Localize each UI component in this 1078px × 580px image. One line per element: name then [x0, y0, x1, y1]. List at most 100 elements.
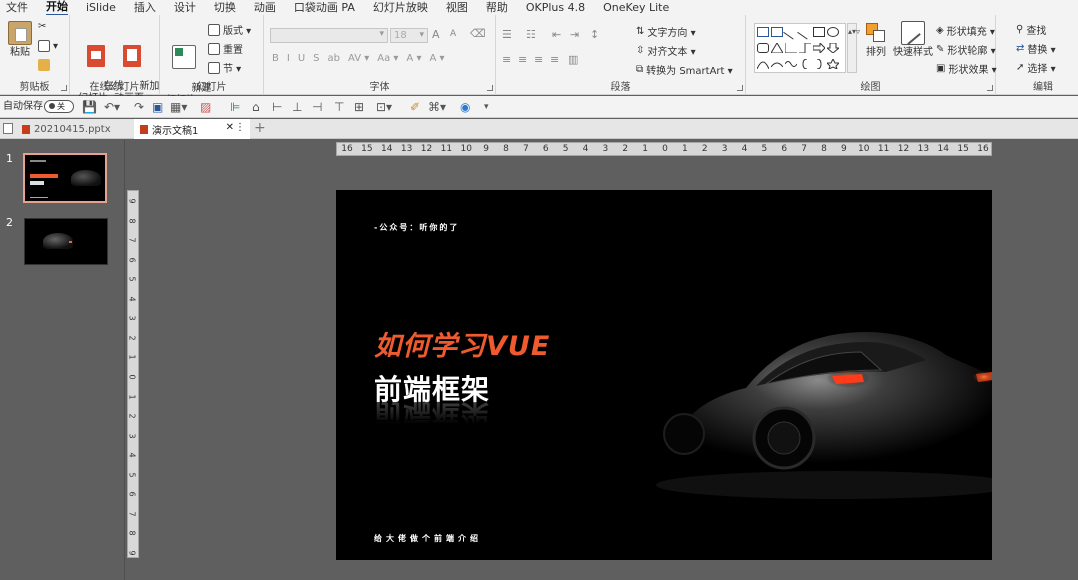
font-format-button-4[interactable]: ab — [328, 53, 340, 64]
customize-qat-icon[interactable]: ▾ — [484, 100, 489, 114]
bullets-icon[interactable]: ☰ — [502, 28, 512, 41]
font-format-button-8[interactable]: A ▾ — [429, 53, 444, 64]
numbering-icon[interactable]: ☷ — [526, 28, 536, 41]
layout-button[interactable]: 版式 ▾ — [208, 22, 251, 37]
font-format-button-5[interactable]: AV ▾ — [348, 53, 369, 64]
slide-title[interactable]: 如何学习VUE — [374, 324, 550, 363]
tab-7[interactable]: 口袋动画 PA — [294, 0, 355, 15]
align-middle-objects-icon[interactable]: ⊞ — [354, 100, 364, 114]
columns-icon[interactable]: ▥ — [568, 53, 578, 66]
vertical-textbox-shape-icon[interactable] — [771, 27, 783, 37]
font-size-box[interactable]: 18 ▾ — [390, 28, 428, 43]
brace-left-shape-icon[interactable] — [799, 58, 811, 70]
font-format-button-6[interactable]: Aa ▾ — [377, 53, 398, 64]
justify-icon[interactable]: ≡ — [550, 53, 559, 66]
align-left-icon[interactable]: ≡ — [502, 53, 511, 66]
shape-fill-button[interactable]: ◈ 形状填充 ▾ — [936, 23, 995, 38]
quick-styles-button[interactable]: 快速样式 — [891, 21, 935, 59]
line-spacing-icon[interactable]: ↕ — [590, 28, 599, 41]
align-right-objects-icon[interactable]: ⊣ — [312, 100, 322, 114]
brace-right-shape-icon[interactable] — [813, 58, 825, 70]
elbow-connector-shape-icon[interactable] — [799, 42, 811, 54]
curve-shape-icon[interactable] — [756, 59, 770, 70]
font-name-box[interactable]: ▾ — [270, 28, 388, 43]
star-shape-icon[interactable] — [825, 57, 841, 70]
font-format-button-3[interactable]: S — [313, 53, 319, 64]
new-tab-icon[interactable]: + — [254, 120, 266, 136]
smartart-button[interactable]: ⧉ 转换为 SmartArt ▾ — [636, 62, 733, 77]
close-tab-icon[interactable]: ✕ — [226, 122, 234, 133]
select-button[interactable]: ➚ 选择 ▾ — [1016, 60, 1056, 75]
shape-effects-button[interactable]: ▣ 形状效果 ▾ — [936, 61, 997, 76]
slide-thumbnail-2[interactable] — [24, 218, 108, 265]
tab-9[interactable]: 视图 — [446, 0, 468, 15]
align-left-objects-icon[interactable]: ⊢ — [272, 100, 282, 114]
format-painter-qat-icon[interactable]: ✐ — [410, 100, 420, 114]
clear-format-icon[interactable]: ⌫ — [470, 27, 486, 40]
cut-button[interactable]: ✂ — [38, 21, 46, 32]
slide-thumbnail-1[interactable] — [23, 153, 107, 203]
eyedropper-icon[interactable]: ⌘▾ — [428, 100, 446, 114]
oval-shape-icon[interactable] — [827, 27, 839, 37]
paragraph-launcher[interactable] — [737, 85, 743, 91]
freeform-shape-icon[interactable] — [784, 59, 798, 69]
group-objects-icon[interactable]: ⊡▾ — [376, 100, 392, 114]
increase-font-icon[interactable]: A — [432, 28, 440, 41]
down-arrow-shape-icon[interactable] — [825, 42, 841, 54]
shapes-icon[interactable]: ⌂ — [252, 100, 260, 114]
paste-button[interactable]: 粘贴 — [2, 21, 38, 59]
save-icon[interactable]: 💾 — [82, 100, 97, 114]
text-direction-button[interactable]: ⇅ 文字方向 ▾ — [636, 24, 696, 39]
format-painter-button[interactable] — [38, 59, 50, 71]
tab-4[interactable]: 设计 — [174, 0, 196, 15]
arrange-button[interactable]: 排列 — [858, 21, 894, 59]
doc-tab-1[interactable]: 20210415.pptx — [16, 119, 117, 139]
font-format-button-2[interactable]: U — [298, 53, 305, 64]
connector-shape-icon[interactable] — [784, 43, 797, 54]
align-icon[interactable]: ⊫ — [230, 100, 240, 114]
arc-shape-icon[interactable] — [770, 59, 784, 69]
rounded-rect-shape-icon[interactable] — [757, 43, 769, 53]
more-icon[interactable]: ⋮ — [235, 122, 245, 133]
slide-subtitle[interactable]: -公众号：听你的了 — [374, 222, 459, 233]
align-text-button[interactable]: ⇳ 对齐文本 ▾ — [636, 43, 696, 58]
tab-1[interactable]: 开始 — [46, 0, 68, 16]
undo-icon[interactable]: ↶▾ — [104, 100, 120, 114]
rectangle-shape-icon[interactable] — [813, 27, 825, 37]
shapes-more-button[interactable]: ▴▾▿ — [847, 23, 860, 73]
doc-tab-2[interactable]: 演示文稿1 ✕ ⋮ — [134, 119, 250, 139]
autosave-toggle[interactable]: 关 — [44, 100, 74, 113]
copy-button[interactable]: ▾ — [38, 40, 58, 52]
indent-increase-icon[interactable]: ⇥ — [570, 28, 579, 41]
reset-button[interactable]: 重置 — [208, 41, 243, 56]
font-format-button-0[interactable]: B — [272, 53, 279, 64]
align-center-objects-icon[interactable]: ⊥ — [292, 100, 302, 114]
align-right-icon[interactable]: ≡ — [534, 53, 543, 66]
font-format-button-1[interactable]: I — [287, 53, 290, 64]
textbox-shape-icon[interactable] — [757, 27, 769, 37]
decrease-font-icon[interactable]: A — [450, 29, 456, 39]
picture-icon[interactable]: ▨ — [200, 100, 211, 114]
shapes-gallery[interactable] — [754, 23, 846, 73]
tab-10[interactable]: 帮助 — [486, 0, 508, 15]
section-button[interactable]: 节 ▾ — [208, 60, 241, 75]
tab-6[interactable]: 动画 — [254, 0, 276, 15]
tab-5[interactable]: 切换 — [214, 0, 236, 15]
tab-11[interactable]: OKPlus 4.8 — [526, 0, 585, 15]
tab-0[interactable]: 文件 — [6, 0, 28, 15]
align-top-objects-icon[interactable]: ⊤ — [334, 100, 344, 114]
tab-2[interactable]: iSlide — [86, 0, 116, 15]
indent-decrease-icon[interactable]: ⇤ — [552, 28, 561, 41]
font-format-button-7[interactable]: A ▾ — [406, 53, 421, 64]
start-slideshow-icon[interactable]: ▣ — [152, 100, 163, 114]
slide-canvas[interactable]: -公众号：听你的了 如何学习VUE 前端框架 前端框架 给大佬做个前端介绍 — [336, 190, 992, 560]
redo-icon[interactable]: ↷ — [134, 100, 144, 114]
align-center-icon[interactable]: ≡ — [518, 53, 527, 66]
slide-footer[interactable]: 给大佬做个前端介绍 — [374, 533, 482, 544]
tab-12[interactable]: OneKey Lite — [603, 0, 669, 15]
table-icon[interactable]: ▦▾ — [170, 100, 187, 114]
find-button[interactable]: ⚲ 查找 — [1016, 22, 1046, 37]
circle-icon[interactable]: ◉ — [460, 100, 470, 114]
block-arrow-shape-icon[interactable] — [812, 41, 826, 55]
clipboard-launcher[interactable] — [61, 85, 67, 91]
